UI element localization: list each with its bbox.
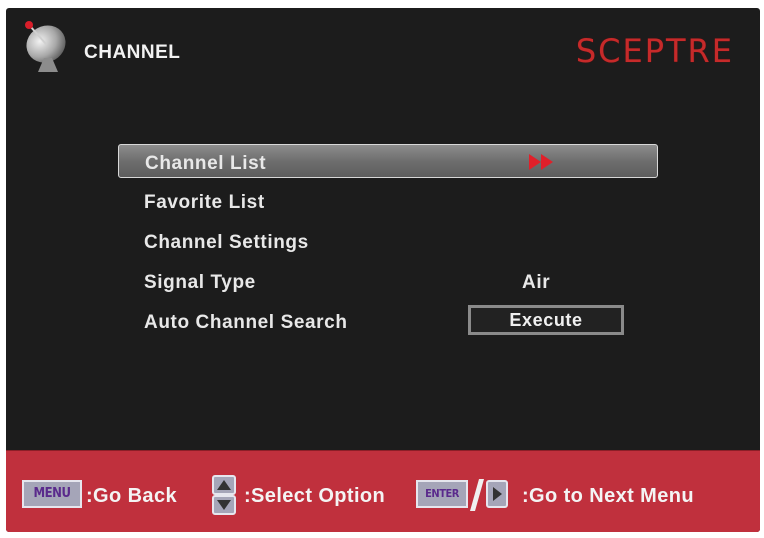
- satellite-dish-icon: [25, 21, 66, 72]
- menu-header: CHANNEL SCEPTRE: [6, 8, 760, 88]
- menu-item-label: Channel List: [145, 153, 267, 174]
- menu-item-label: Auto Channel Search: [144, 312, 348, 333]
- menu-item-label: Signal Type: [144, 272, 256, 293]
- menu-key-badge: MENU: [22, 480, 82, 508]
- menu-item-channel-settings[interactable]: Channel Settings: [118, 224, 658, 258]
- double-arrow-right-icon: [529, 154, 553, 170]
- menu-item-label: Channel Settings: [144, 232, 309, 253]
- go-back-hint: :Go Back: [86, 485, 178, 507]
- next-menu-hint: :Go to Next Menu: [522, 485, 694, 507]
- channel-menu: Channel List Favorite List Channel Setti…: [118, 144, 658, 344]
- menu-item-label: Favorite List: [144, 192, 265, 213]
- select-option-hint: :Select Option: [244, 485, 386, 507]
- up-down-arrows-icon: [212, 475, 236, 515]
- menu-item-favorite-list[interactable]: Favorite List: [118, 184, 658, 218]
- signal-type-value: Air: [522, 272, 551, 293]
- right-arrow-icon: [486, 480, 508, 508]
- execute-button[interactable]: Execute: [468, 305, 624, 335]
- help-footer: MENU :Go Back :Select Option ENTER :Go t…: [6, 450, 760, 532]
- footer-hints: MENU :Go Back :Select Option ENTER :Go t…: [18, 475, 758, 515]
- menu-item-signal-type[interactable]: Signal Type Air: [118, 264, 658, 298]
- slash-divider: [470, 479, 484, 511]
- brand-logo: SCEPTRE: [575, 32, 734, 70]
- menu-item-auto-channel-search[interactable]: Auto Channel Search Execute: [118, 304, 658, 338]
- page-title: CHANNEL: [84, 42, 181, 63]
- tv-menu-screen: CHANNEL SCEPTRE Channel List Favorite Li…: [6, 8, 760, 532]
- menu-item-channel-list[interactable]: Channel List: [118, 144, 658, 178]
- enter-key-badge: ENTER: [416, 480, 468, 508]
